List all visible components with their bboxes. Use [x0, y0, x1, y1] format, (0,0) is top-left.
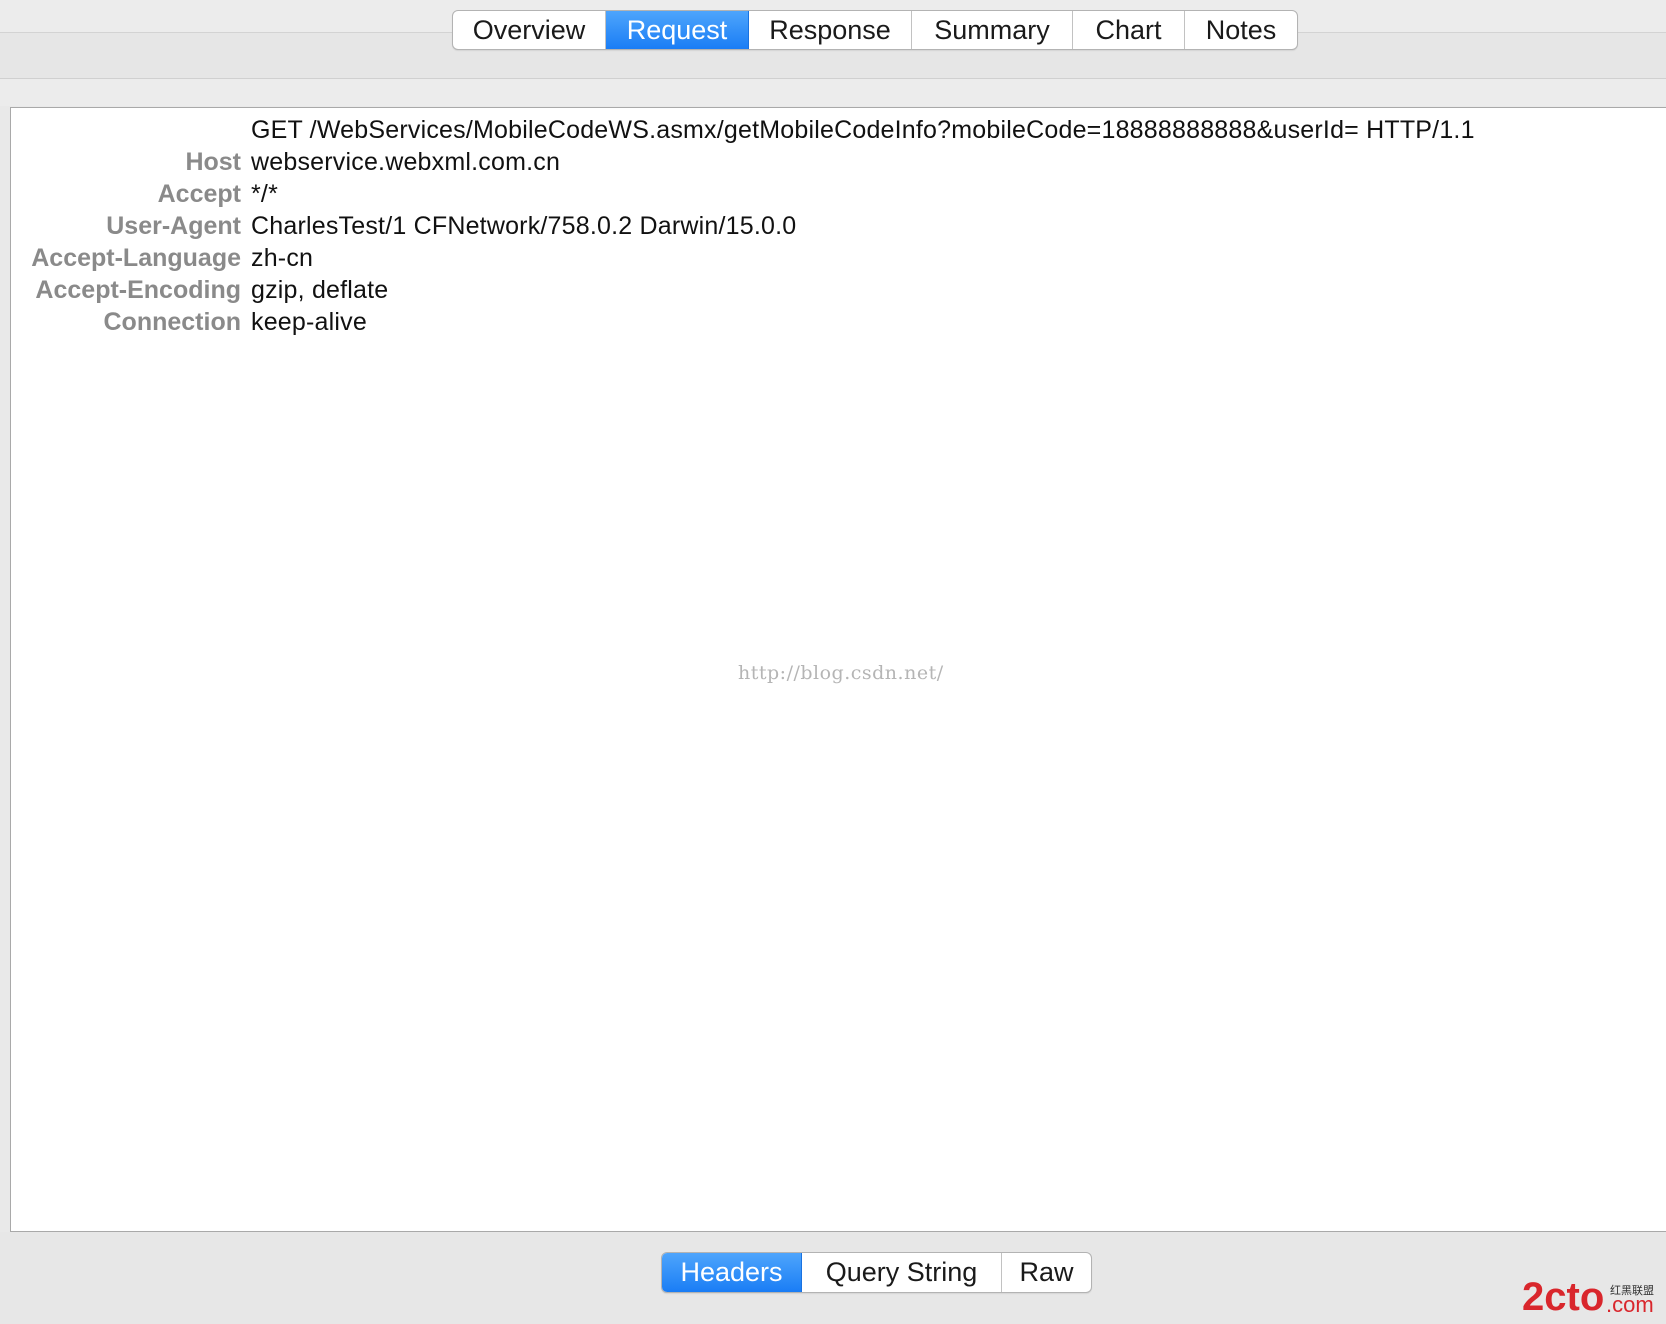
header-value: CharlesTest/1 CFNetwork/758.0.2 Darwin/1… [251, 212, 797, 240]
tab-response[interactable]: Response [749, 11, 912, 49]
tab-notes[interactable]: Notes [1185, 11, 1297, 49]
request-line: GET /WebServices/MobileCodeWS.asmx/getMo… [251, 116, 1475, 144]
tab-chart[interactable]: Chart [1073, 11, 1185, 49]
header-name: Accept-Language [31, 244, 241, 272]
tab-overview[interactable]: Overview [453, 11, 606, 49]
logo-suffix-text: .com [1606, 1292, 1654, 1316]
header-name: Accept [157, 180, 241, 208]
top-tab-bar: Overview Request Response Summary Chart … [452, 10, 1298, 50]
header-name: Connection [103, 308, 242, 336]
header-row: Accept-Language zh-cn [11, 242, 1651, 274]
header-value: zh-cn [251, 244, 314, 272]
header-value: gzip, deflate [251, 276, 389, 304]
header-value: keep-alive [251, 308, 367, 336]
request-line-row: GET /WebServices/MobileCodeWS.asmx/getMo… [11, 114, 1651, 146]
header-name: Host [185, 148, 241, 176]
header-value: webservice.webxml.com.cn [251, 148, 561, 176]
logo-main-text: 2cto [1522, 1275, 1604, 1316]
tab-summary[interactable]: Summary [912, 11, 1073, 49]
header-row: Connection keep-alive [11, 306, 1651, 338]
bottom-tab-bar: Headers Query String Raw [661, 1252, 1092, 1293]
request-headers-panel[interactable]: GET /WebServices/MobileCodeWS.asmx/getMo… [10, 107, 1666, 1232]
header-row: Accept */* [11, 178, 1651, 210]
headers-table: GET /WebServices/MobileCodeWS.asmx/getMo… [11, 114, 1651, 338]
header-name: Accept-Encoding [35, 276, 241, 304]
tab-request[interactable]: Request [606, 11, 749, 49]
header-row: User-Agent CharlesTest/1 CFNetwork/758.0… [11, 210, 1651, 242]
header-name: User-Agent [106, 212, 241, 240]
header-row: Host webservice.webxml.com.cn [11, 146, 1651, 178]
tab-query-string[interactable]: Query String [802, 1253, 1002, 1292]
tab-raw[interactable]: Raw [1002, 1253, 1091, 1292]
tab-headers[interactable]: Headers [662, 1253, 802, 1292]
site-logo-icon: 2cto 红黑联盟 .com [1522, 1275, 1654, 1316]
watermark-text: http://blog.csdn.net/ [738, 662, 944, 684]
header-value: */* [251, 180, 279, 208]
header-row: Accept-Encoding gzip, deflate [11, 274, 1651, 306]
